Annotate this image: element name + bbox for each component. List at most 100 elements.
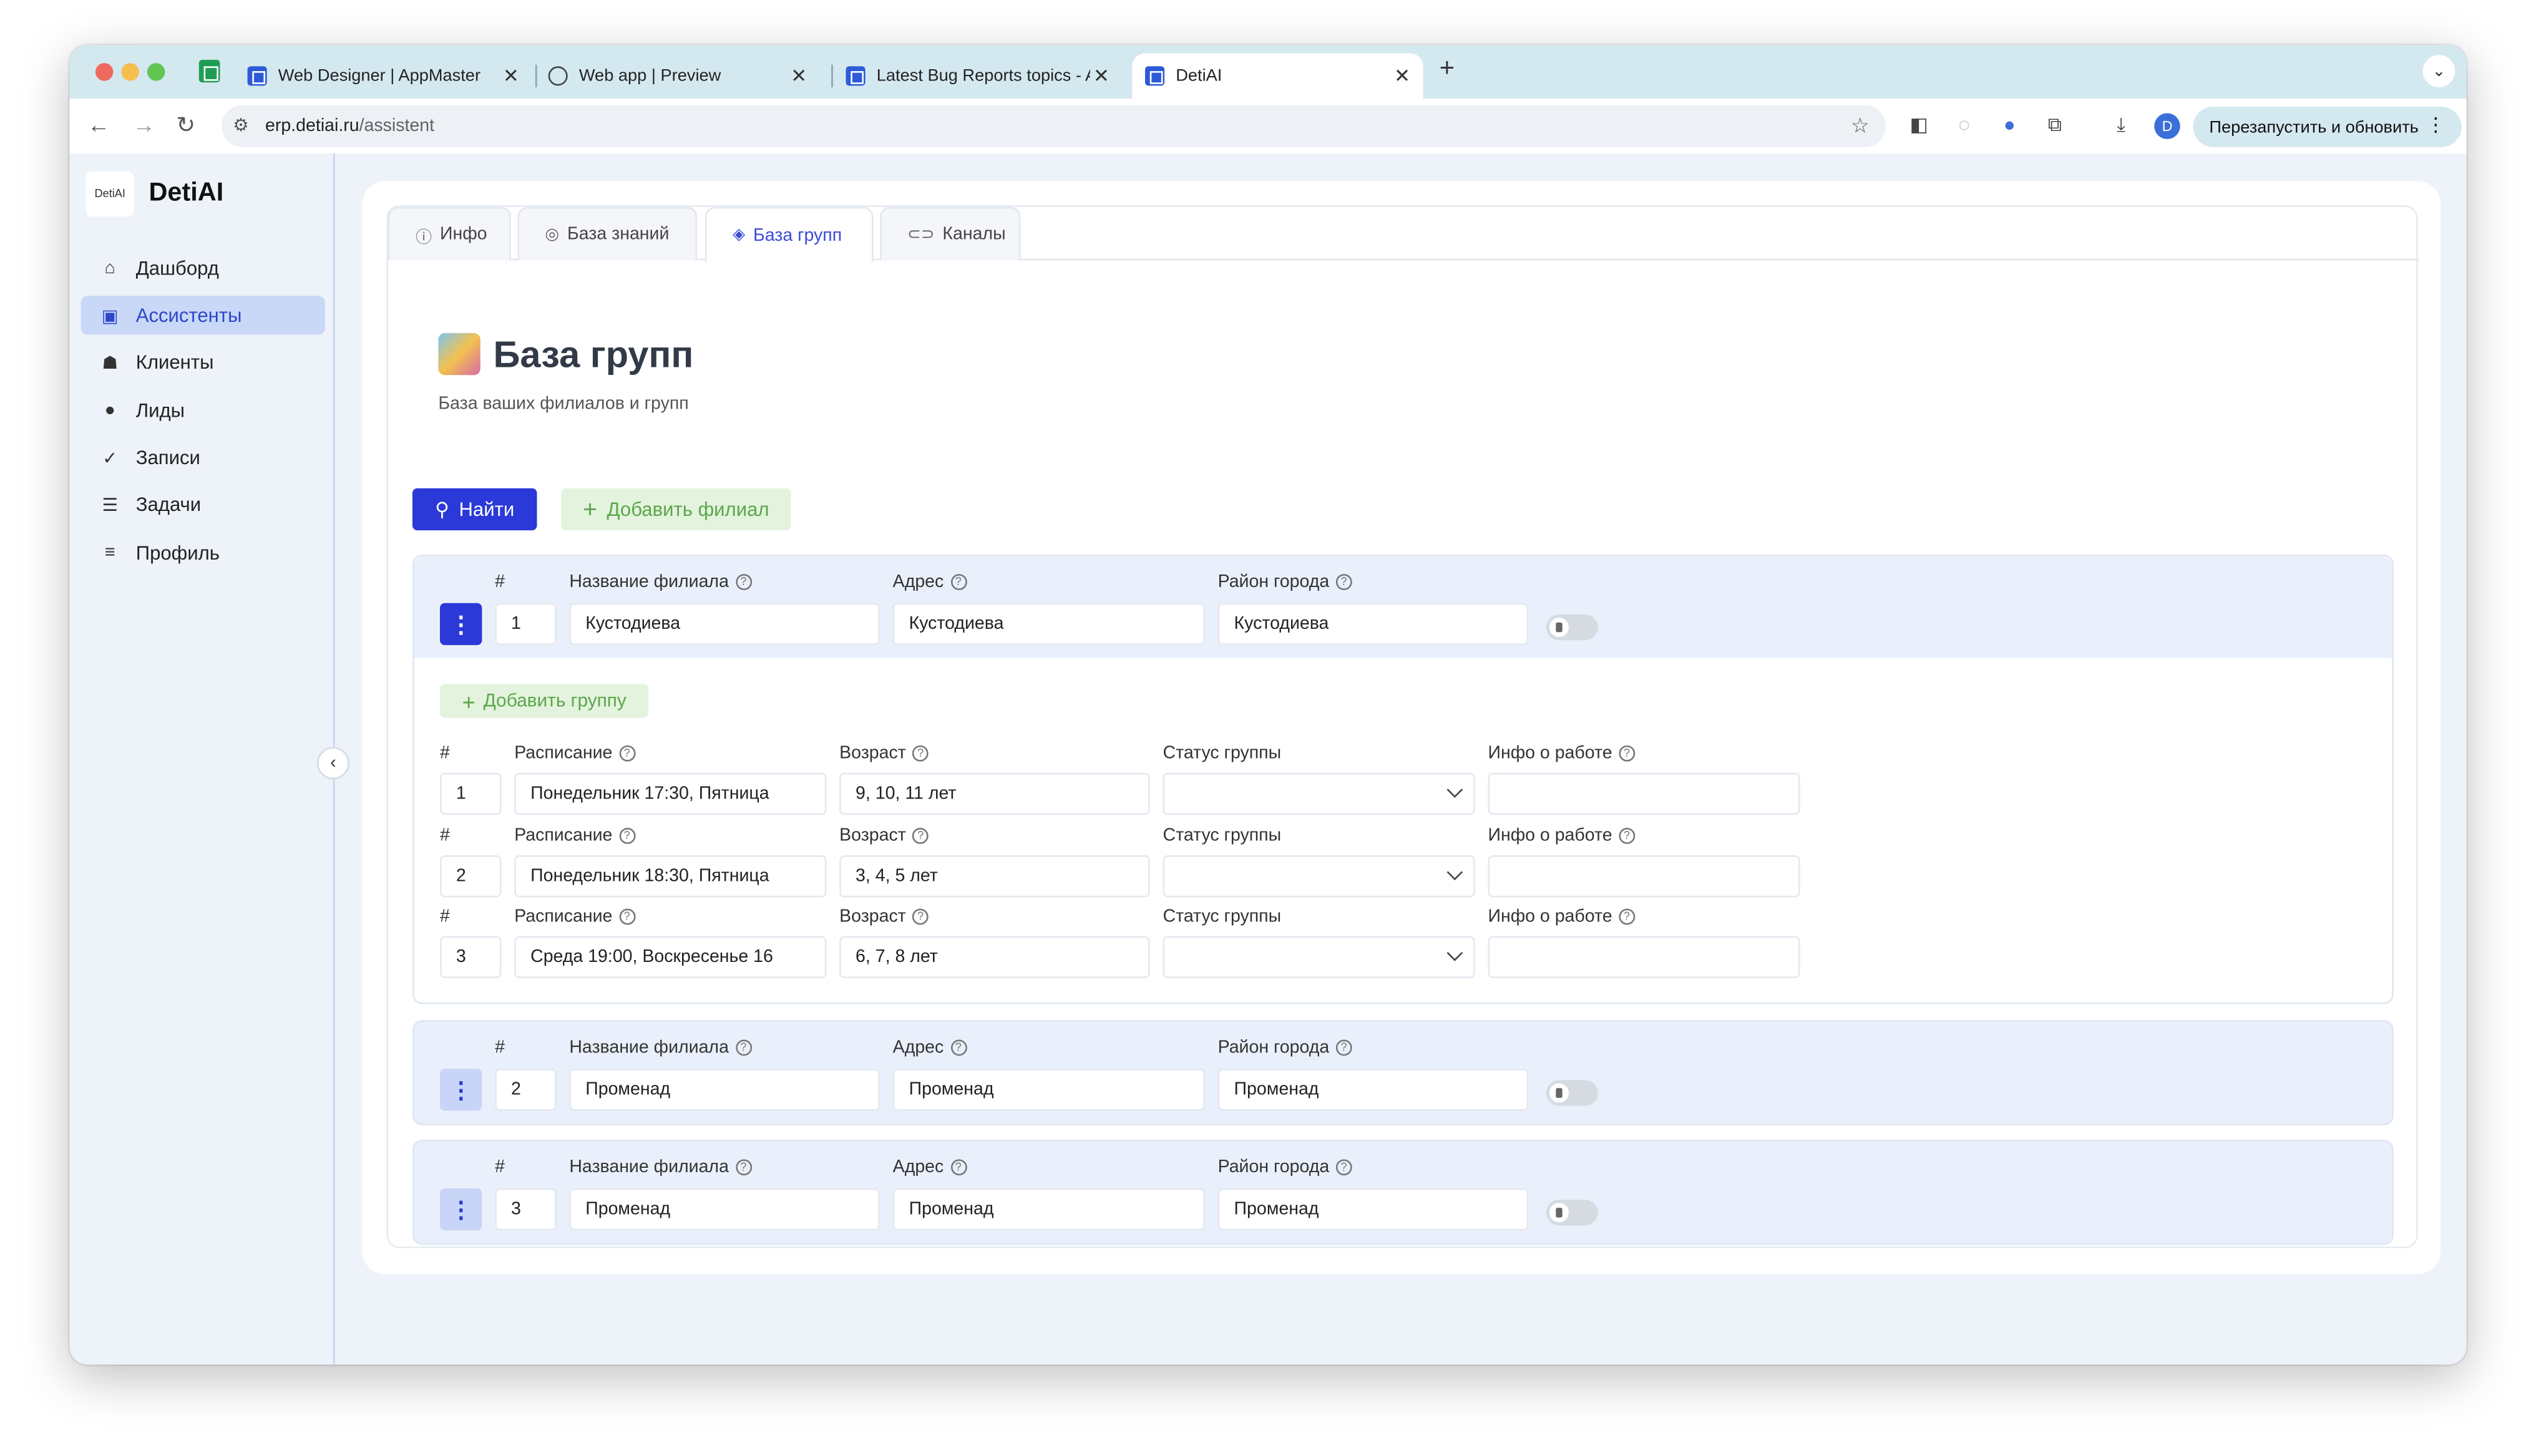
branch-address-field[interactable]: Кустодиева [892,603,1205,646]
close-icon[interactable]: ✕ [791,65,807,87]
help-icon[interactable]: ? [735,574,752,591]
address-bar[interactable]: ⚙ erp.detiai.ru/assistent ☆ [222,105,1886,147]
branch-address-field[interactable]: Променад [892,1188,1205,1231]
trash-icon [1549,618,1569,638]
branch-district-field[interactable]: Кустодиева [1217,603,1529,646]
help-icon[interactable]: ? [618,908,635,925]
group-schedule-field[interactable]: Понедельник 17:30, Пятница [514,772,827,815]
close-icon[interactable]: ✕ [1394,65,1410,87]
branch-name-field[interactable]: Кустодиева [569,603,880,646]
maximize-window-button[interactable] [147,63,165,81]
help-icon[interactable]: ? [950,574,967,591]
sidebar-item-records[interactable]: ✓ Записи [81,438,325,477]
tab-search-chevron-icon[interactable]: ⌄ [2422,55,2456,87]
sidebar-item-assistants[interactable]: ▣ Ассистенты [80,296,325,335]
help-icon[interactable]: ? [735,1159,752,1176]
branch-district-field[interactable]: Променад [1217,1069,1529,1111]
reload-icon[interactable]: ↻ [177,112,195,139]
sidebar-item-tasks[interactable]: ☰ Задачи [81,485,325,524]
browser-tab-bug-reports[interactable]: Latest Bug Reports topics - A ✕ [846,54,1123,99]
help-icon[interactable]: ? [950,1039,967,1056]
more-vertical-icon[interactable]: ⋮ [2426,113,2446,135]
close-icon[interactable]: ✕ [503,65,519,87]
tab-info[interactable]: ⓘ Инфо [388,206,512,261]
help-icon[interactable]: ? [1618,828,1635,844]
collapse-sidebar-button[interactable]: ‹ [316,747,349,780]
group-age-field[interactable]: 6, 7, 8 лет [839,936,1150,979]
help-icon[interactable]: ? [1618,908,1635,925]
group-info-field[interactable] [1488,855,1800,898]
group-status-select[interactable] [1163,772,1475,815]
group-status-select[interactable] [1163,936,1475,979]
help-icon[interactable]: ? [912,745,929,762]
help-icon[interactable]: ? [950,1159,967,1176]
tab-channels[interactable]: ⊂⊃ Каналы [879,206,1021,261]
branch-active-toggle[interactable] [1546,1200,1598,1226]
extensions-puzzle-icon[interactable]: ⧉ [2044,114,2065,136]
branch-active-toggle[interactable] [1546,614,1598,641]
extension-dot-icon[interactable]: ● [1999,114,2020,136]
forward-arrow-icon[interactable]: → [133,112,155,137]
new-tab-plus-icon[interactable]: + [1440,55,1455,84]
branch-active-toggle[interactable] [1546,1080,1598,1106]
bookmark-star-icon[interactable]: ☆ [1851,113,1870,138]
extension-translate-icon[interactable]: ◌ [1954,114,1975,136]
help-icon[interactable]: ? [1335,574,1352,591]
age-label: Возраст? [839,826,929,846]
help-icon[interactable]: ? [735,1039,752,1056]
branch-district-field[interactable]: Променад [1217,1188,1529,1231]
branch-menu-button[interactable]: ⋮ [439,603,482,646]
group-status-select[interactable] [1163,855,1475,898]
sidebar-item-profile[interactable]: ≡ Профиль [81,533,325,572]
relaunch-update-button[interactable]: Перезапустить и обновить ⋮ [2193,107,2462,147]
sidebar-item-clients[interactable]: ☗ Клиенты [81,342,325,381]
help-icon[interactable]: ? [618,745,635,762]
add-group-button[interactable]: + Добавить группу [439,684,649,718]
branch-name-field[interactable]: Променад [569,1188,880,1231]
groups-emoji-icon [438,332,480,376]
branch-num-field[interactable]: 3 [495,1188,557,1231]
download-icon[interactable]: ⤓ [2110,114,2132,136]
help-icon[interactable]: ? [912,908,929,925]
tab-groups-base[interactable]: ◈ База групп [705,206,874,262]
find-button[interactable]: ⚲ Найти [412,488,537,531]
group-info-field[interactable] [1488,936,1800,979]
tab-knowledge-base[interactable]: ◎ База знаний [517,206,698,261]
help-icon[interactable]: ? [618,828,635,844]
group-num-field[interactable]: 3 [439,936,502,979]
extension-shield-icon[interactable]: ◧ [1908,114,1929,136]
browser-tab-webapp-preview[interactable]: Web app | Preview ✕ [548,54,820,99]
close-window-button[interactable] [95,63,114,81]
group-info-field[interactable] [1488,772,1800,815]
branch-name-field[interactable]: Променад [569,1069,880,1111]
minimize-window-button[interactable] [121,63,139,81]
branch-num-field[interactable]: 2 [495,1069,557,1111]
branch-menu-button[interactable]: ⋮ [439,1069,482,1111]
close-icon[interactable]: ✕ [1093,65,1110,87]
add-branch-button[interactable]: + Добавить филиал [561,488,791,531]
branch-menu-button[interactable]: ⋮ [439,1188,482,1231]
profile-avatar[interactable]: D [2154,113,2180,139]
page-title: База групп [493,332,694,376]
sheets-pinned-tab-icon[interactable] [198,59,220,83]
help-icon[interactable]: ? [1618,745,1635,762]
group-schedule-field[interactable]: Понедельник 18:30, Пятница [514,855,827,898]
site-settings-icon[interactable]: ⚙ [233,115,249,136]
sidebar-item-leads[interactable]: ● Лиды [81,391,325,430]
sidebar-item-dashboard[interactable]: ⌂ Дашборд [81,249,325,288]
url-text[interactable]: erp.detiai.ru/assistent [265,117,434,136]
browser-tab-detiai[interactable]: DetiAI ✕ [1132,53,1423,99]
help-icon[interactable]: ? [1335,1039,1352,1056]
num-label: # [439,744,450,764]
branch-address-field[interactable]: Променад [892,1069,1205,1111]
group-num-field[interactable]: 2 [439,855,502,898]
group-schedule-field[interactable]: Среда 19:00, Воскресенье 16 [514,936,827,979]
group-age-field[interactable]: 9, 10, 11 лет [839,772,1150,815]
group-num-field[interactable]: 1 [439,772,502,815]
browser-tab-webdesigner[interactable]: Web Designer | AppMaster ✕ [247,54,532,99]
back-arrow-icon[interactable]: ← [87,112,110,137]
help-icon[interactable]: ? [912,828,929,844]
group-age-field[interactable]: 3, 4, 5 лет [839,855,1150,898]
help-icon[interactable]: ? [1335,1159,1352,1176]
branch-num-field[interactable]: 1 [495,603,557,646]
